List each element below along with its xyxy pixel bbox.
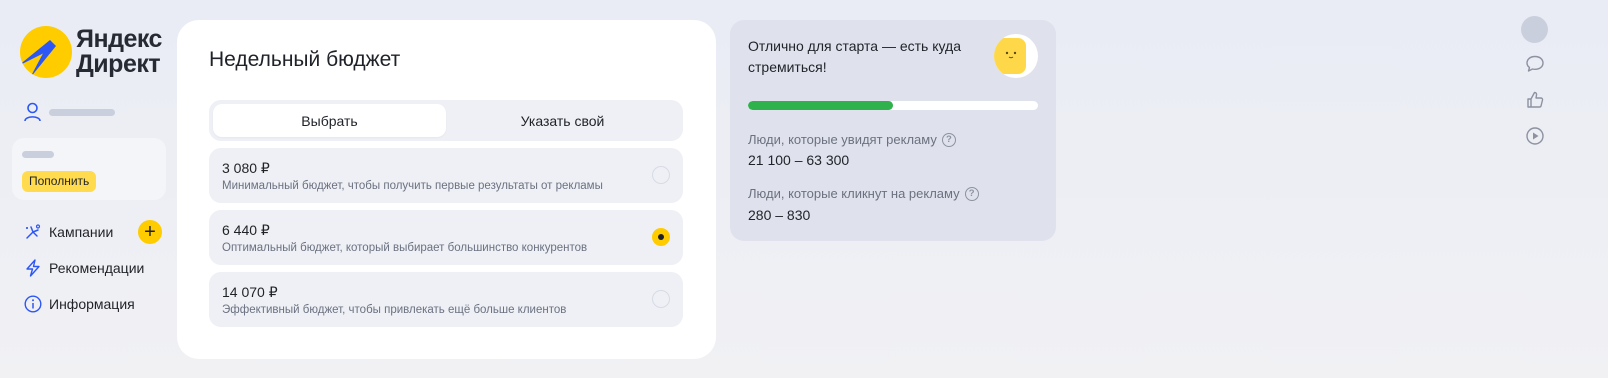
clicks-value: 280 – 830 xyxy=(748,207,811,223)
add-campaign-button[interactable]: + xyxy=(138,220,162,244)
avatar[interactable] xyxy=(1521,16,1548,43)
clicks-label-row: Люди, которые кликнут на рекламу ? xyxy=(748,186,979,201)
topup-button[interactable]: Пополнить xyxy=(22,171,97,192)
forecast-card: Отлично для старта — есть куда стремитьс… xyxy=(730,20,1056,241)
sidebar-item-label: Кампании xyxy=(49,224,114,240)
user-icon xyxy=(24,102,41,122)
budget-radio[interactable] xyxy=(652,166,670,184)
page-title: Недельный бюджет xyxy=(209,48,401,71)
balance-placeholder xyxy=(22,151,54,158)
help-icon[interactable]: ? xyxy=(941,132,956,147)
budget-amount: 14 070 ₽ xyxy=(222,284,278,300)
tab-custom[interactable]: Указать свой xyxy=(446,104,679,137)
mascot-icon xyxy=(994,34,1038,78)
campaigns-icon xyxy=(26,224,41,239)
lightning-icon xyxy=(26,259,40,277)
yandex-direct-logo-icon xyxy=(20,26,72,78)
play-icon[interactable] xyxy=(1525,126,1545,146)
balance-card: Пополнить xyxy=(12,138,166,200)
help-icon[interactable]: ? xyxy=(964,186,979,201)
budget-option-minimal[interactable]: 3 080 ₽ Минимальный бюджет, чтобы получи… xyxy=(209,148,683,203)
reach-label-row: Люди, которые увидят рекламу ? xyxy=(748,132,956,147)
user-name-placeholder xyxy=(49,108,115,116)
yandex-direct-logo[interactable]: Яндекс Директ xyxy=(20,26,162,78)
sidebar-item-label: Информация xyxy=(49,296,135,312)
reach-label: Люди, которые увидят рекламу xyxy=(748,132,937,147)
progress-fill xyxy=(748,101,893,110)
forecast-title: Отлично для старта — есть куда стремитьс… xyxy=(748,38,961,75)
budget-card: Недельный бюджет Выбрать Указать свой 3 … xyxy=(177,20,716,359)
budget-description: Оптимальный бюджет, который выбирает бол… xyxy=(222,242,588,254)
budget-description: Эффективный бюджет, чтобы привлекать ещё… xyxy=(222,304,567,316)
budget-radio-selected[interactable] xyxy=(652,228,670,246)
forecast-progress-bar xyxy=(748,101,1038,110)
budget-amount: 6 440 ₽ xyxy=(222,222,270,238)
clicks-label: Люди, которые кликнут на рекламу xyxy=(748,186,960,201)
thumbs-up-icon[interactable] xyxy=(1525,90,1545,110)
tab-choose[interactable]: Выбрать xyxy=(213,104,446,137)
budget-option-optimal[interactable]: 6 440 ₽ Оптимальный бюджет, который выби… xyxy=(209,210,683,265)
chat-icon[interactable] xyxy=(1525,54,1545,74)
budget-tabs: Выбрать Указать свой xyxy=(209,100,683,141)
logo-text: Яндекс Директ xyxy=(76,27,162,77)
reach-value: 21 100 – 63 300 xyxy=(748,152,850,168)
info-icon xyxy=(24,295,42,313)
sidebar-nav: Кампании + Рекомендации Информация xyxy=(24,214,164,322)
budget-description: Минимальный бюджет, чтобы получить первы… xyxy=(222,180,603,192)
logo-line-2: Директ xyxy=(76,50,161,78)
budget-option-effective[interactable]: 14 070 ₽ Эффективный бюджет, чтобы привл… xyxy=(209,272,683,327)
budget-amount: 3 080 ₽ xyxy=(222,160,270,176)
right-rail xyxy=(1521,16,1549,145)
sidebar-item-info[interactable]: Информация xyxy=(24,286,164,322)
sidebar-item-label: Рекомендации xyxy=(49,260,145,276)
user-profile[interactable] xyxy=(24,102,115,122)
logo-line-1: Яндекс xyxy=(76,25,162,53)
sidebar-item-recommendations[interactable]: Рекомендации xyxy=(24,250,164,286)
sidebar-item-campaigns[interactable]: Кампании + xyxy=(24,214,164,250)
budget-radio[interactable] xyxy=(652,290,670,308)
